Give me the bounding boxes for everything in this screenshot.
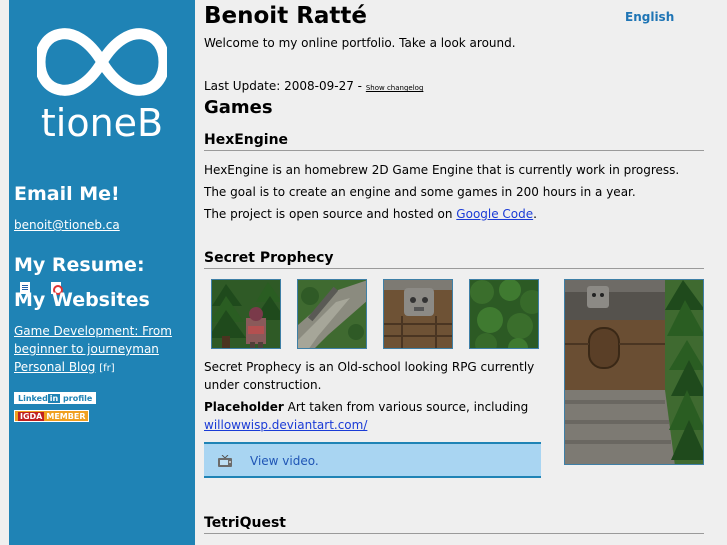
welcome-text: Welcome to my online portfolio. Take a l…: [204, 36, 516, 50]
video-box[interactable]: View video.: [204, 442, 541, 478]
secret-prophecy-desc-1: Secret Prophecy is an Old-school looking…: [204, 360, 535, 374]
stone-path-image: [298, 280, 366, 348]
google-code-link[interactable]: Google Code: [456, 207, 533, 221]
secret-prophecy-heading: Secret Prophecy: [204, 250, 704, 269]
site-logo[interactable]: tioneB: [37, 22, 167, 145]
website-link-blog[interactable]: Personal Blog: [14, 360, 95, 374]
castle-scene-image: [565, 280, 703, 464]
hexengine-heading: HexEngine: [204, 132, 704, 151]
blog-language-suffix: [fr]: [99, 363, 115, 374]
screenshot-thumbnail-1[interactable]: [211, 279, 281, 349]
hexengine-line-3-period: .: [533, 207, 537, 221]
changelog-link[interactable]: Show changelog: [366, 84, 424, 92]
igda-tag: IGDA: [18, 412, 45, 421]
logo-text: tioneB: [40, 101, 164, 145]
last-update: Last Update: 2008-09-27 - Show changelog: [204, 79, 423, 93]
last-update-label: Last Update: 2008-09-27 -: [204, 79, 363, 93]
screenshot-thumbnail-4[interactable]: [469, 279, 539, 349]
screenshot-thumbnail-2[interactable]: [297, 279, 367, 349]
website-link-gamedev[interactable]: Game Development: From beginner to journ…: [14, 324, 172, 356]
email-heading: Email Me!: [14, 183, 120, 205]
screenshot-thumbnail-3[interactable]: [383, 279, 453, 349]
art-source: willowwisp.deviantart.com/: [204, 418, 367, 432]
screenshot-large[interactable]: [564, 279, 704, 465]
linkedin-profile-word: profile: [63, 394, 93, 403]
hexengine-line-3-text: The project is open source and hosted on: [204, 207, 457, 221]
forest-canopy-image: [470, 280, 538, 348]
gargoyle-door-image: [384, 280, 452, 348]
linkedin-word: Linked: [18, 394, 48, 403]
hexengine-line-3: The project is open source and hosted on…: [204, 207, 537, 221]
tetriquest-heading: TetriQuest: [204, 515, 704, 534]
page-title: Benoit Ratté: [204, 3, 368, 29]
igda-badge[interactable]: IGDA MEMBER: [14, 410, 90, 422]
games-heading: Games: [204, 97, 273, 118]
sidebar: tioneB Email Me! benoit@tioneb.ca My Res…: [9, 0, 195, 545]
websites-heading: My Websites: [14, 289, 150, 311]
resume-heading-label: My Resume:: [14, 254, 145, 276]
hexengine-line-2: The goal is to create an engine and some…: [204, 185, 636, 199]
infinity-logo-icon: [37, 28, 167, 96]
igda-member-text: MEMBER: [46, 412, 86, 421]
websites-list: Game Development: From beginner to journ…: [14, 322, 189, 378]
placeholder-note: Placeholder Art taken from various sourc…: [204, 400, 528, 414]
secret-prophecy-desc-2: under construction.: [204, 378, 322, 392]
knight-in-forest-image: [212, 280, 280, 348]
hexengine-line-1: HexEngine is an homebrew 2D Game Engine …: [204, 163, 680, 177]
tv-icon: [218, 455, 232, 467]
view-video-link[interactable]: View video.: [250, 454, 319, 468]
language-link[interactable]: English: [625, 10, 674, 24]
linkedin-in-mark: in: [47, 394, 61, 403]
placeholder-text: Art taken from various source, including: [283, 400, 529, 414]
deviantart-link[interactable]: willowwisp.deviantart.com/: [204, 418, 367, 432]
linkedin-badge[interactable]: Linked in profile: [14, 392, 97, 404]
placeholder-label: Placeholder: [204, 400, 284, 414]
email-link[interactable]: benoit@tioneb.ca: [14, 218, 120, 232]
